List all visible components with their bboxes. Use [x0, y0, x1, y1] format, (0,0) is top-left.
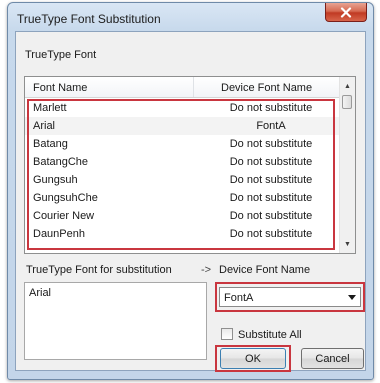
vertical-scrollbar[interactable]: ▲ ▼ — [339, 77, 355, 253]
dialog-window: TrueType Font Substitution TrueType Font… — [7, 2, 374, 380]
substitution-font-value: Arial — [29, 287, 52, 299]
list-row-marlett[interactable]: Marlett Do not substitute — [25, 99, 339, 117]
ok-button[interactable]: OK — [220, 348, 286, 369]
row-device-font: Do not substitute — [229, 156, 313, 168]
scroll-down-button[interactable]: ▼ — [340, 237, 355, 251]
row-device-font: Do not substitute — [229, 174, 313, 186]
substitute-all-checkbox[interactable] — [221, 328, 233, 340]
arrow-label: -> — [201, 264, 212, 276]
substitute-all-label[interactable]: Substitute All — [238, 329, 302, 341]
row-device-font: Do not substitute — [229, 228, 313, 240]
substitution-font-field: Arial — [24, 282, 207, 360]
ok-highlight-annotation: OK — [215, 345, 291, 372]
row-font-name: BatangChe — [33, 156, 89, 168]
font-list[interactable]: Font Name Device Font Name Marlett Do no… — [24, 76, 356, 254]
scroll-up-button[interactable]: ▲ — [340, 79, 355, 93]
chevron-down-icon: ▼ — [344, 240, 351, 248]
column-header-device-font-name[interactable]: Device Font Name — [221, 82, 312, 94]
row-device-font: FontA — [256, 120, 286, 132]
device-font-name-label: Device Font Name — [219, 264, 311, 276]
substitution-font-label: TrueType Font for substitution — [26, 264, 172, 276]
list-row-batang[interactable]: Batang Do not substitute — [25, 135, 339, 153]
row-device-font: Do not substitute — [229, 138, 313, 150]
row-font-name: GungsuhChe — [33, 192, 98, 204]
row-font-name: Arial — [33, 120, 56, 132]
row-device-font: Do not substitute — [229, 102, 313, 114]
list-row-gungsuhche[interactable]: GungsuhChe Do not substitute — [25, 189, 339, 207]
row-font-name: Batang — [33, 138, 68, 150]
dialog-title: TrueType Font Substitution — [17, 12, 161, 26]
row-font-name: Courier New — [33, 210, 95, 222]
row-font-name: Gungsuh — [33, 174, 78, 186]
row-font-name: DaunPenh — [33, 228, 85, 240]
list-row-gungsuh[interactable]: Gungsuh Do not substitute — [25, 171, 339, 189]
list-row-batangche[interactable]: BatangChe Do not substitute — [25, 153, 339, 171]
list-row-daunpenh[interactable]: DaunPenh Do not substitute — [25, 225, 339, 243]
cancel-button[interactable]: Cancel — [301, 348, 364, 369]
column-divider[interactable] — [193, 77, 194, 97]
list-row-courier-new[interactable]: Courier New Do not substitute — [25, 207, 339, 225]
device-font-dropdown[interactable]: FontA — [219, 287, 361, 307]
dialog-content: TrueType Font Font Name Device Font Name… — [15, 31, 366, 372]
chevron-down-icon — [348, 295, 356, 300]
row-font-name: Marlett — [33, 102, 67, 114]
chevron-up-icon: ▲ — [344, 82, 351, 90]
truetype-font-label: TrueType Font — [25, 49, 97, 61]
scroll-thumb[interactable] — [342, 95, 352, 109]
dropdown-highlight-annotation: FontA — [215, 282, 365, 312]
close-button[interactable] — [325, 3, 367, 22]
device-font-dropdown-value: FontA — [224, 292, 254, 304]
close-icon — [340, 6, 352, 18]
list-rows: Marlett Do not substitute Arial FontA Ba… — [25, 99, 339, 243]
row-device-font: Do not substitute — [229, 210, 313, 222]
list-row-arial[interactable]: Arial FontA — [25, 117, 339, 135]
column-header-font-name[interactable]: Font Name — [33, 82, 87, 94]
list-header: Font Name Device Font Name — [25, 77, 341, 98]
row-device-font: Do not substitute — [229, 192, 313, 204]
